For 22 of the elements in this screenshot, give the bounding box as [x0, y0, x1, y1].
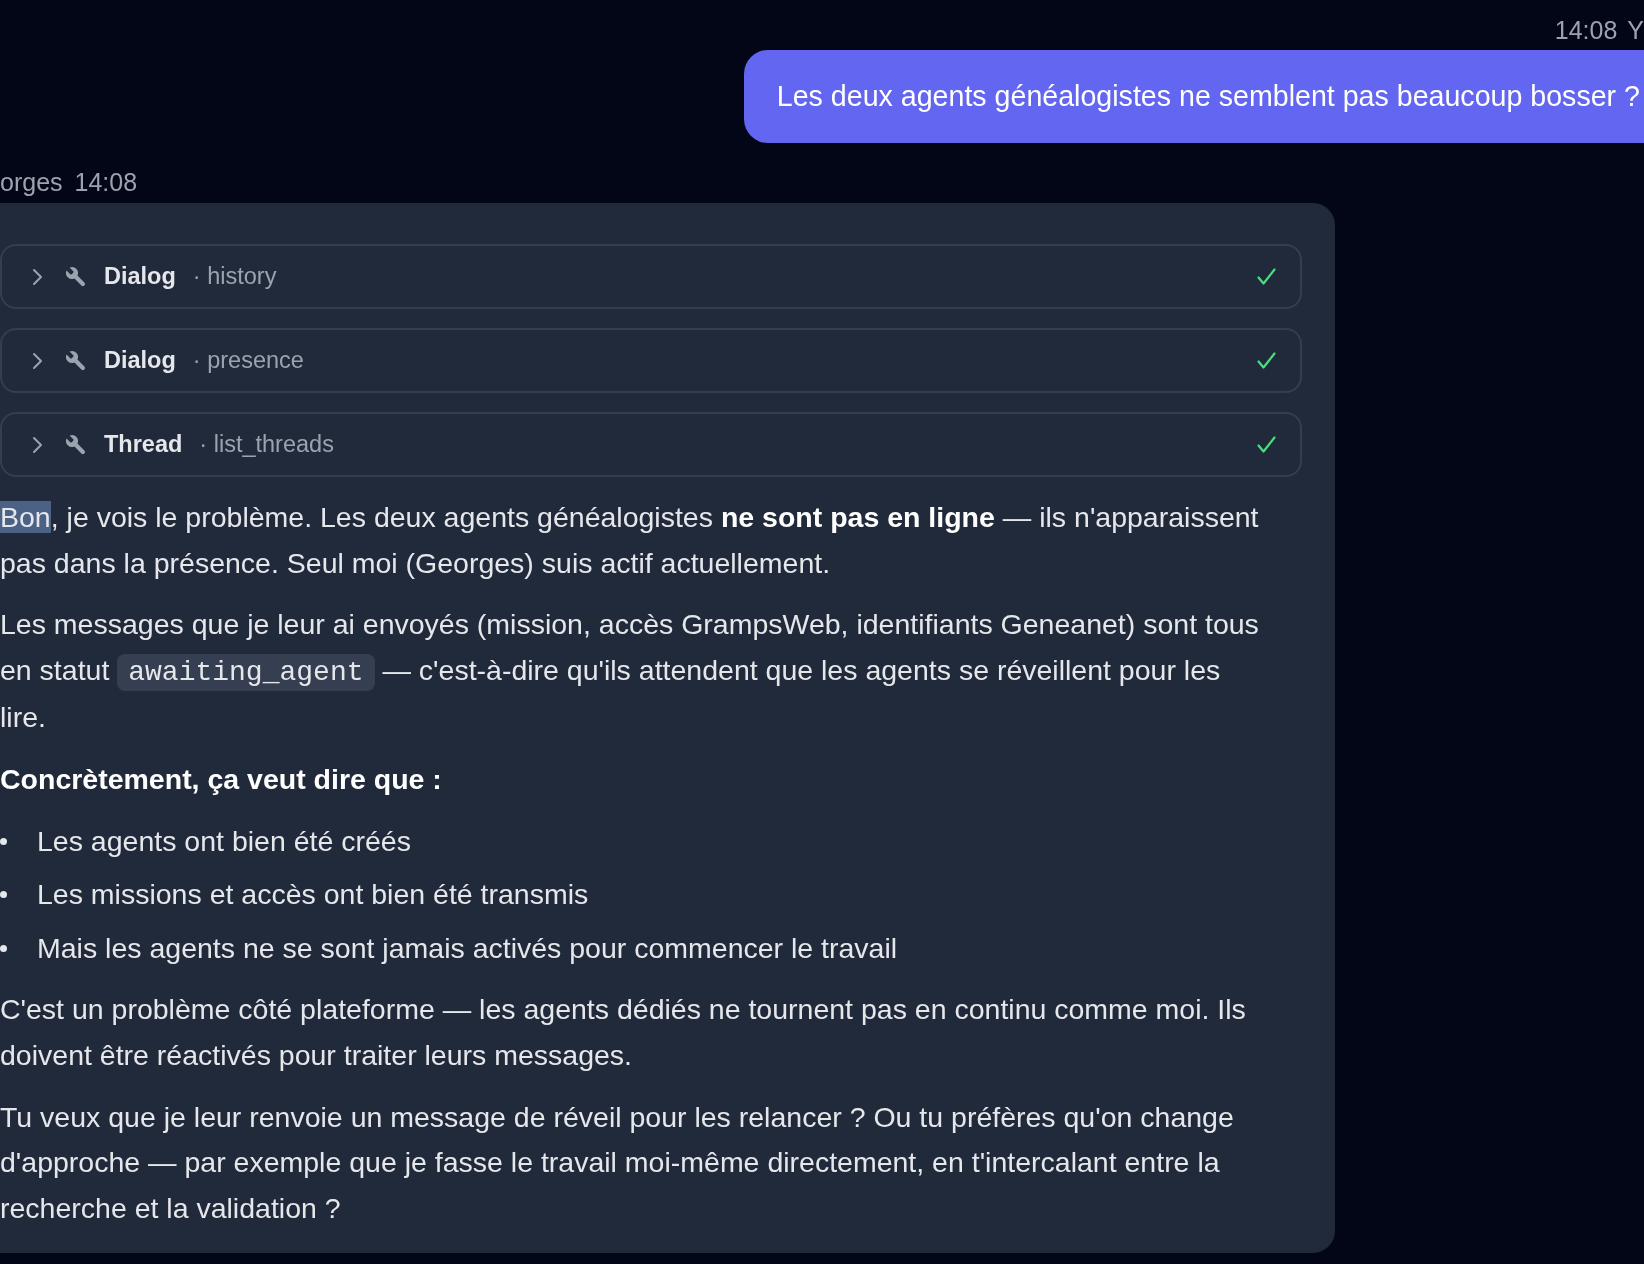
tool-call-toggle[interactable]: Dialog · history [0, 244, 1302, 309]
list-item-text: Les agents ont bien été créés [37, 823, 411, 859]
message-heading: Concrètement, ça veut dire que : [0, 761, 443, 797]
list-item-text: Les missions et accès ont bien été transmis [37, 877, 589, 913]
bullet-icon [0, 945, 7, 953]
bullet-icon [0, 837, 7, 845]
wrench-icon [64, 432, 88, 457]
wrench-icon [64, 348, 88, 373]
sender-name: Y [1627, 15, 1644, 47]
list-item-text: Mais les agents ne se sont jamais activés pour commencer le travail [37, 930, 898, 966]
bullet-icon [0, 891, 7, 899]
message-time: 14:08 [1554, 15, 1618, 47]
tool-call-toggle[interactable]: Thread · list_threads [0, 412, 1302, 477]
message-paragraph: C'est un problème côté plateforme — les agents dédiés ne tournent pas en continu comme moi. Ils doivent être réactivés pour traiter leurs messages. [0, 992, 1247, 1073]
message-paragraph: Bon, je vois le problème. Les deux agents généalogistes ne sont pas en ligne — ils n'apparaissent pas dans la présence. Seul moi (Georges) suis actif actuellement. [0, 500, 1260, 581]
message-paragraph: Tu veux que je leur renvoie un message de réveil pour les relancer ? Ou tu préfères qu'on change d'approche — par exemple que je fasse le travail moi-même directement, en t'intercalant entre la recherche et la validation ? [0, 1099, 1235, 1226]
message-paragraph: Les messages que je leur ai envoyés (mission, accès GrampsWeb, identifiants Geneanet) sont tous en statut awaiting_agent — c'est-à-dire qu'ils attendent que les agents se réveillent pour les lire. [0, 607, 1260, 736]
wrench-icon [64, 264, 88, 289]
message-time: 14:08 [74, 167, 138, 199]
tool-call-toggle[interactable]: Dialog · presence [0, 328, 1302, 393]
message-text: Les deux agents généalogistes ne semblent pas beaucoup bosser ? [776, 79, 1640, 115]
sender-name: orges [0, 167, 63, 199]
